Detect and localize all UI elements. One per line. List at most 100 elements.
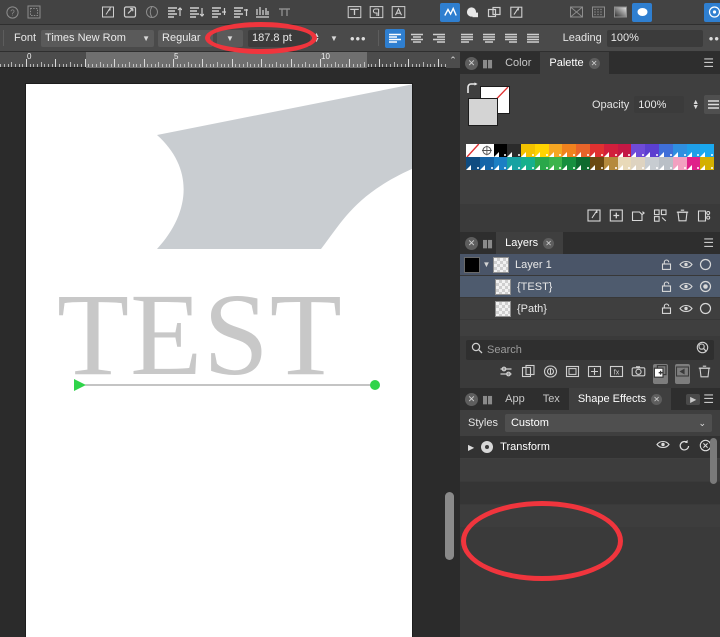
panel-grip[interactable]: ▮▮ (482, 393, 492, 406)
effect-row-transform[interactable]: ▶ Transform (460, 436, 720, 459)
layer-search-field[interactable] (466, 340, 714, 360)
text-more-options-button[interactable]: ••• (344, 31, 373, 46)
align-left-icon[interactable] (385, 29, 405, 48)
palette-options-icon[interactable] (697, 208, 712, 228)
color-swatch[interactable] (507, 144, 521, 157)
effect-row-empty-1[interactable] (460, 459, 720, 482)
color-swatch[interactable] (549, 144, 563, 157)
color-swatch[interactable] (562, 157, 576, 170)
text-style-icon[interactable] (344, 3, 364, 22)
font-size-preset-button[interactable]: ▼ (324, 30, 344, 47)
close-icon[interactable]: ✕ (465, 57, 478, 70)
color-swatch[interactable] (673, 157, 687, 170)
boolean-shape-icon[interactable] (484, 3, 504, 22)
tab-color[interactable]: Color (496, 52, 540, 74)
gradient-icon[interactable] (610, 3, 630, 22)
color-swatch[interactable] (562, 144, 576, 157)
panel-menu-icon[interactable]: ☰ (703, 392, 714, 406)
new-layer-icon[interactable] (653, 364, 668, 384)
color-swatch[interactable] (466, 157, 480, 170)
fill-stroke-swatch[interactable] (468, 86, 512, 126)
font-family-select[interactable]: Times New Rom ▼ (41, 30, 154, 47)
text-frame-edit-icon[interactable] (98, 3, 118, 22)
color-swatch[interactable] (480, 144, 494, 157)
justify-center-icon[interactable] (479, 29, 499, 48)
color-swatch[interactable] (494, 144, 508, 157)
align-right-icon[interactable] (429, 29, 449, 48)
halftone-icon[interactable] (588, 3, 608, 22)
search-input[interactable] (487, 344, 692, 356)
tab-palette[interactable]: Palette ✕ (540, 52, 608, 74)
align-bottom-icon[interactable] (230, 3, 250, 22)
baseline-grid-icon[interactable] (252, 3, 272, 22)
clear-search-icon[interactable] (696, 341, 709, 359)
transparency-icon[interactable] (566, 3, 586, 22)
eye-icon[interactable] (679, 303, 693, 314)
justify-all-icon[interactable] (523, 29, 543, 48)
list-view-icon[interactable] (704, 95, 720, 114)
panel-grip[interactable]: ▮▮ (482, 237, 492, 250)
panel-grip[interactable]: ▮▮ (482, 57, 492, 70)
close-icon[interactable]: ✕ (589, 58, 600, 69)
select-target-icon[interactable] (699, 280, 712, 293)
opacity-input[interactable]: 100% (634, 96, 684, 113)
color-swatch[interactable] (507, 157, 521, 170)
panel-overflow-arrow-icon[interactable]: ▶ (686, 394, 700, 405)
align-middle-icon[interactable] (186, 3, 206, 22)
color-swatch[interactable] (604, 157, 618, 170)
align-center-icon[interactable] (407, 29, 427, 48)
color-swatch[interactable] (590, 144, 604, 157)
color-swatch[interactable] (535, 157, 549, 170)
effect-row-empty-3[interactable] (460, 505, 720, 528)
group-swatch-icon[interactable] (653, 208, 668, 228)
color-swatch[interactable] (590, 157, 604, 170)
convert-shape-icon[interactable] (506, 3, 526, 22)
select-target-icon[interactable] (699, 302, 712, 315)
font-size-stepper[interactable]: ▲▼ (313, 33, 320, 43)
font-style-select[interactable]: Regular (158, 30, 213, 47)
color-swatch[interactable] (645, 144, 659, 157)
mask-layer-icon[interactable] (565, 364, 580, 384)
layers-list[interactable]: ▼ Layer 1 {TE (460, 254, 720, 336)
align-top-icon[interactable] (164, 3, 184, 22)
color-swatch[interactable] (673, 144, 687, 157)
fill-shape-icon[interactable] (462, 3, 482, 22)
effect-row-empty-2[interactable] (460, 482, 720, 505)
tab-layers[interactable]: Layers ✕ (496, 232, 563, 254)
group-layer-icon[interactable] (587, 364, 602, 384)
eye-icon[interactable] (656, 439, 670, 455)
canvas-area[interactable]: ⌃ 0 5 10 TEST (0, 52, 460, 637)
color-swatch[interactable] (521, 144, 535, 157)
node-tool-icon[interactable] (440, 3, 460, 22)
document-page[interactable]: TEST (26, 84, 412, 637)
ruler-unit-corner[interactable]: ⌃ (446, 52, 460, 68)
color-swatch[interactable] (549, 157, 563, 170)
color-swatch[interactable] (700, 157, 714, 170)
justify-right-icon[interactable] (501, 29, 521, 48)
tab-shape-effects[interactable]: Shape Effects ✕ (569, 388, 671, 410)
font-style-dropdown-button[interactable]: ▼ (217, 30, 243, 47)
color-swatch[interactable] (618, 157, 632, 170)
duplicate-layer-icon[interactable] (521, 364, 536, 384)
text-distribute-icon[interactable] (274, 3, 294, 22)
layer-color-chip[interactable] (464, 257, 480, 273)
snapshot-icon[interactable] (631, 364, 646, 384)
color-swatch[interactable] (645, 157, 659, 170)
layer-row-layer1[interactable]: ▼ Layer 1 (460, 254, 720, 276)
character-panel-icon[interactable] (388, 3, 408, 22)
color-swatch[interactable] (631, 144, 645, 157)
import-palette-icon[interactable] (631, 208, 646, 228)
color-swatch[interactable] (576, 157, 590, 170)
text-wrap-icon[interactable] (142, 3, 162, 22)
color-swatch[interactable] (687, 157, 701, 170)
close-icon[interactable]: ✕ (465, 393, 478, 406)
lock-icon[interactable] (660, 280, 673, 293)
panel-menu-icon[interactable]: ☰ (703, 236, 714, 250)
opacity-stepper[interactable]: ▲▼ (692, 100, 699, 110)
layer-row-path[interactable]: {Path} (460, 298, 720, 320)
effects-icon[interactable]: fx (609, 364, 624, 384)
help-icon[interactable]: ? (2, 3, 22, 22)
canvas-vertical-scrollbar[interactable] (445, 492, 454, 560)
swatch-row-2[interactable] (466, 157, 714, 170)
paragraph-style-icon[interactable] (366, 3, 386, 22)
